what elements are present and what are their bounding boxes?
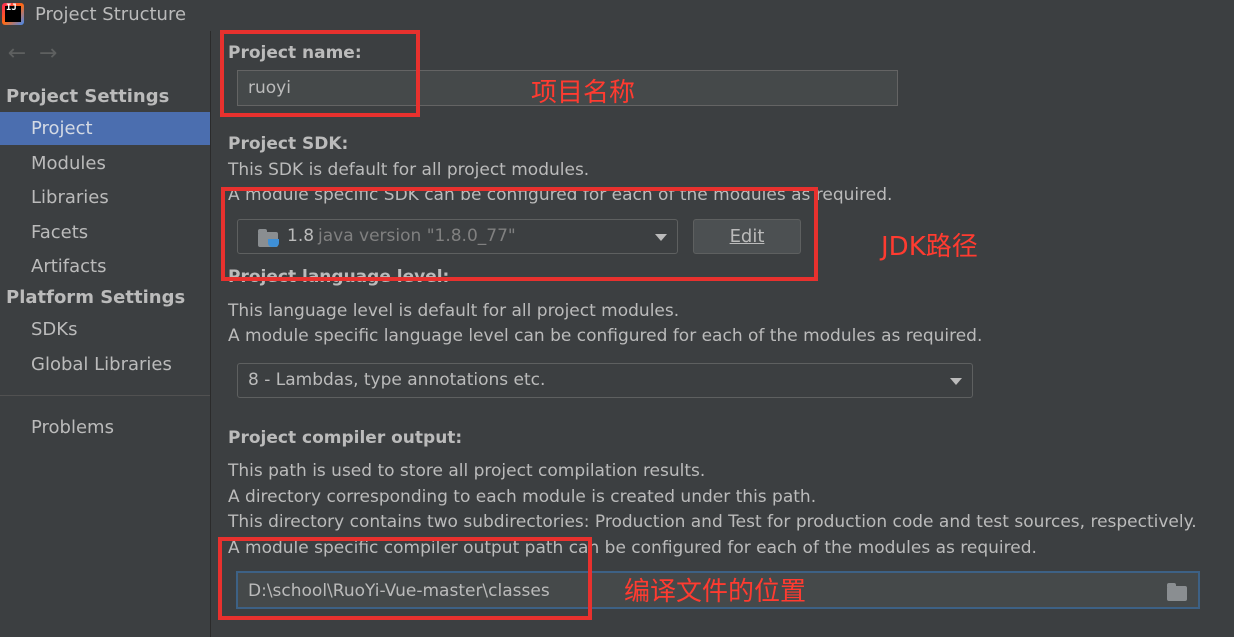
annotation-project-name: 项目名称	[531, 78, 636, 108]
window-title: Project Structure	[35, 4, 187, 25]
language-level-dropdown[interactable]: 8 - Lambdas, type annotations etc.	[237, 363, 973, 398]
logo-text: IJ	[6, 3, 17, 13]
sidebar-item-facets[interactable]: Facets	[0, 216, 210, 249]
compiler-output-desc-3: This directory contains two subdirectori…	[228, 512, 1197, 532]
language-level-value: 8 - Lambdas, type annotations etc.	[248, 370, 546, 390]
sidebar: ← → Project Settings Project Modules Lib…	[0, 31, 211, 637]
section-header-project-settings: Project Settings	[6, 86, 170, 107]
browse-folder-icon[interactable]	[1167, 583, 1187, 601]
sidebar-item-modules[interactable]: Modules	[0, 147, 210, 180]
sidebar-item-global-libraries[interactable]: Global Libraries	[0, 348, 210, 381]
sidebar-item-artifacts[interactable]: Artifacts	[0, 250, 210, 283]
annotation-output: 编译文件的位置	[624, 577, 807, 607]
compiler-output-desc-1: This path is used to store all project c…	[228, 461, 706, 481]
compiler-output-label: Project compiler output:	[228, 428, 463, 448]
compiler-output-desc-2: A directory corresponding to each module…	[228, 487, 817, 507]
section-header-platform-settings: Platform Settings	[6, 287, 186, 308]
annotation-box-jdk	[221, 187, 818, 281]
sidebar-item-problems[interactable]: Problems	[0, 411, 210, 444]
sidebar-item-project[interactable]: Project	[0, 112, 210, 145]
language-level-desc-1: This language level is default for all p…	[228, 301, 680, 321]
language-level-desc-2: A module specific language level can be …	[228, 326, 983, 346]
chevron-down-icon	[950, 378, 962, 385]
annotation-box-output	[218, 537, 592, 620]
sidebar-item-sdks[interactable]: SDKs	[0, 313, 210, 346]
sidebar-item-libraries[interactable]: Libraries	[0, 181, 210, 214]
title-bar: IJ Project Structure	[0, 0, 1234, 31]
project-sdk-label: Project SDK:	[228, 134, 349, 154]
forward-arrow-icon[interactable]: →	[35, 41, 61, 67]
annotation-box-project-name	[220, 30, 420, 117]
sidebar-divider	[0, 395, 210, 396]
nav-arrows: ← →	[4, 41, 61, 69]
back-arrow-icon[interactable]: ←	[4, 41, 30, 67]
annotation-jdk: JDK路径	[881, 232, 978, 262]
project-sdk-desc-1: This SDK is default for all project modu…	[228, 160, 590, 180]
